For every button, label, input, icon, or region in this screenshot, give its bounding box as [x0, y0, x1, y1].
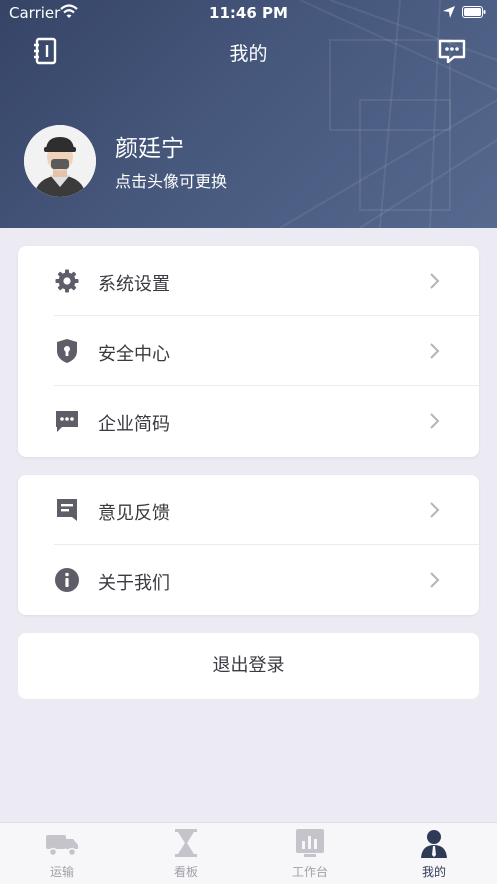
battery-icon	[462, 6, 486, 18]
location-arrow-icon	[443, 6, 455, 18]
logout-button[interactable]: 退出登录	[18, 633, 479, 699]
tab-workbench[interactable]: 工作台	[248, 823, 372, 884]
user-icon	[421, 830, 447, 858]
page-title: 我的	[229, 43, 268, 65]
chat-dots-icon	[56, 411, 78, 432]
feedback-icon	[57, 499, 77, 521]
tab-label: 看板	[173, 865, 198, 879]
tab-label: 工作台	[291, 865, 328, 879]
menu-item-about-us[interactable]: 关于我们	[18, 545, 479, 615]
chart-icon	[296, 829, 324, 857]
status-bar: Carrier 11:46 PM	[0, 0, 497, 26]
avatar[interactable]	[24, 125, 96, 197]
hourglass-icon	[175, 829, 197, 857]
tab-transport[interactable]: 运输	[0, 823, 124, 884]
menu-item-enterprise-code[interactable]: 企业简码	[18, 386, 479, 456]
chevron-right-icon	[430, 572, 440, 588]
menu-card-about: 意见反馈 关于我们	[18, 475, 479, 615]
navigation-bar: 我的	[0, 28, 497, 72]
clock: 11:46 PM	[209, 4, 288, 22]
chevron-right-icon	[430, 413, 440, 429]
menu-item-feedback[interactable]: 意见反馈	[18, 475, 479, 545]
truck-icon	[46, 835, 78, 857]
menu-item-label: 安全中心	[98, 344, 170, 365]
chevron-right-icon	[430, 343, 440, 359]
info-icon	[55, 568, 79, 592]
menu-item-label: 系统设置	[98, 274, 170, 295]
tab-mine[interactable]: 我的	[372, 823, 496, 884]
menu-item-system-settings[interactable]: 系统设置	[18, 246, 479, 316]
tab-bar: 运输 看板 工作台 我的	[0, 822, 497, 884]
menu-item-label: 意见反馈	[98, 503, 170, 524]
tab-label: 运输	[49, 865, 74, 879]
gear-icon	[55, 269, 79, 293]
message-icon[interactable]	[437, 36, 467, 66]
menu-item-label: 关于我们	[98, 573, 170, 594]
shield-icon	[57, 339, 77, 363]
menu-card-settings: 系统设置 安全中心 企业简码	[18, 246, 479, 457]
menu-item-security-center[interactable]: 安全中心	[18, 316, 479, 386]
avatar-image	[24, 125, 96, 197]
user-name[interactable]: 颜廷宁	[115, 129, 184, 163]
profile-header: Carrier 11:46 PM 我的 颜廷宁 点击头像可更换	[0, 0, 497, 228]
chevron-right-icon	[430, 273, 440, 289]
chevron-right-icon	[430, 502, 440, 518]
avatar-change-hint: 点击头像可更换	[115, 172, 228, 191]
menu-item-label: 企业简码	[98, 414, 170, 435]
tab-label: 我的	[421, 865, 446, 879]
tab-dashboard[interactable]: 看板	[124, 823, 248, 884]
